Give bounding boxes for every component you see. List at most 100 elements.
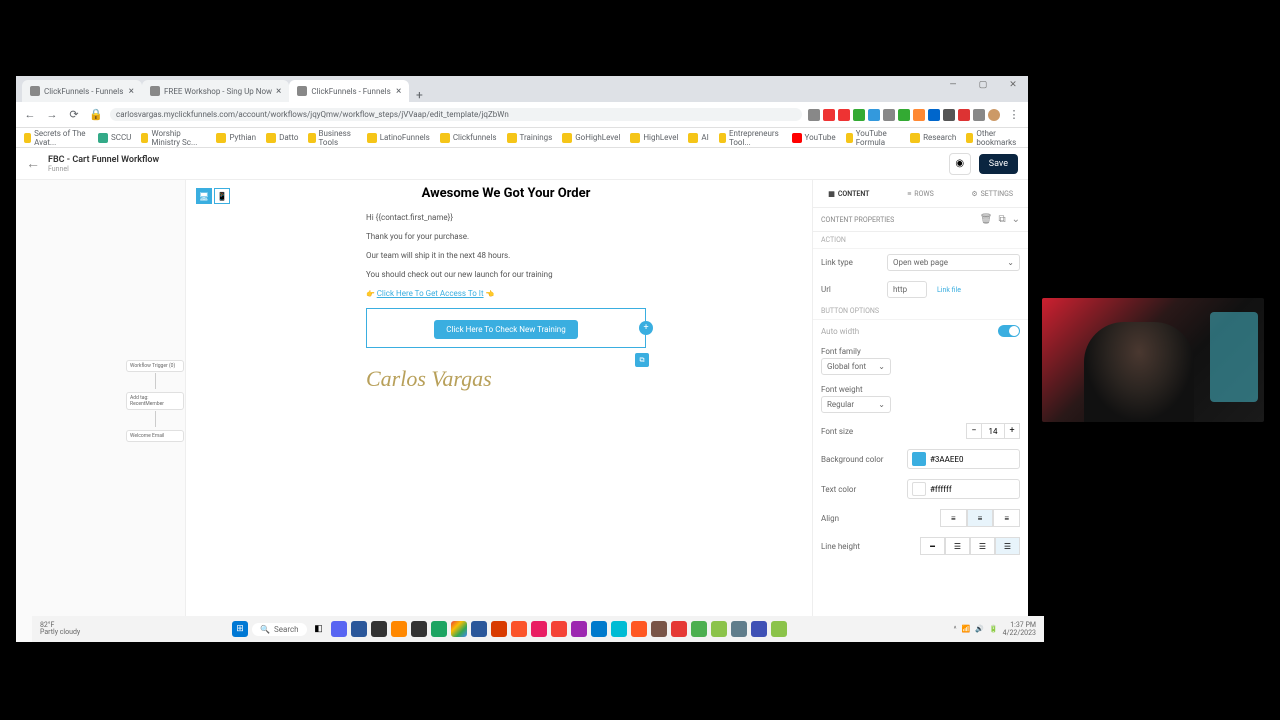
- forward-button[interactable]: →: [44, 107, 60, 123]
- ext-icon[interactable]: [958, 109, 970, 121]
- taskbar-app-icon[interactable]: [411, 621, 427, 637]
- font-family-select[interactable]: Global font⌄: [821, 358, 891, 375]
- taskbar-app-icon[interactable]: [671, 621, 687, 637]
- bookmark-item[interactable]: Clickfunnels: [440, 133, 497, 143]
- font-size-value[interactable]: 14: [982, 423, 1004, 439]
- ext-icon[interactable]: [823, 109, 835, 121]
- taskbar-app-icon[interactable]: [611, 621, 627, 637]
- ext-icon[interactable]: [868, 109, 880, 121]
- delete-icon[interactable]: 🗑: [980, 214, 993, 225]
- font-weight-select[interactable]: Regular⌄: [821, 396, 891, 413]
- tab-content[interactable]: ▦CONTENT: [813, 180, 885, 207]
- taskbar-app-icon[interactable]: [551, 621, 567, 637]
- email-greeting[interactable]: Hi {{contact.first_name}}: [366, 213, 646, 222]
- profile-avatar[interactable]: [988, 109, 1000, 121]
- ext-icon[interactable]: [973, 109, 985, 121]
- browser-tab[interactable]: ClickFunnels - Funnels×: [289, 80, 409, 102]
- taskbar-app-icon[interactable]: [531, 621, 547, 637]
- ext-icon[interactable]: [838, 109, 850, 121]
- minimize-button[interactable]: ―: [938, 76, 968, 94]
- taskbar-app-icon[interactable]: [631, 621, 647, 637]
- bookmark-item[interactable]: Trainings: [507, 133, 553, 143]
- bookmark-item[interactable]: Business Tools: [308, 129, 356, 147]
- tray-chevron-icon[interactable]: ^: [954, 625, 957, 633]
- ext-icon[interactable]: [943, 109, 955, 121]
- browser-tab[interactable]: ClickFunnels - Funnels×: [22, 80, 142, 102]
- ext-icon[interactable]: [808, 109, 820, 121]
- link-file-link[interactable]: Link file: [937, 286, 961, 294]
- start-button[interactable]: ⊞: [232, 621, 248, 637]
- maximize-button[interactable]: ▢: [968, 76, 998, 94]
- taskbar-app-icon[interactable]: [391, 621, 407, 637]
- bookmark-item[interactable]: Datto: [266, 133, 298, 143]
- workflow-step[interactable]: Welcome Email: [126, 430, 184, 442]
- task-view-button[interactable]: ◧: [311, 621, 327, 637]
- signature-image[interactable]: Carlos Vargas: [366, 366, 646, 392]
- email-title[interactable]: Awesome We Got Your Order: [366, 186, 646, 201]
- desktop-view-button[interactable]: 🖥: [196, 188, 212, 204]
- workflow-step[interactable]: Add tag: RecentMember: [126, 392, 184, 410]
- bookmark-item[interactable]: GoHighLevel: [562, 133, 620, 143]
- bookmark-item[interactable]: Worship Ministry Sc...: [141, 129, 206, 147]
- taskbar-app-icon[interactable]: [711, 621, 727, 637]
- bookmark-item[interactable]: Entrepreneurs Tool...: [719, 129, 782, 147]
- taskbar-app-icon[interactable]: [651, 621, 667, 637]
- ext-icon[interactable]: [898, 109, 910, 121]
- link-type-select[interactable]: Open web page⌄: [887, 254, 1020, 271]
- ext-icon[interactable]: [853, 109, 865, 121]
- background-color-field[interactable]: #3AAEE0: [907, 449, 1020, 469]
- other-bookmarks[interactable]: Other bookmarks: [966, 129, 1020, 147]
- email-body-line[interactable]: Our team will ship it in the next 48 hou…: [366, 251, 646, 260]
- email-body-line[interactable]: You should check out our new launch for …: [366, 270, 646, 279]
- collapse-icon[interactable]: ⌄: [1012, 214, 1020, 225]
- line-height-button[interactable]: ☰: [945, 537, 970, 555]
- auto-width-toggle[interactable]: [998, 325, 1020, 337]
- bookmark-item[interactable]: Secrets of The Avat...: [24, 129, 88, 147]
- bookmark-item[interactable]: AI: [688, 133, 708, 143]
- close-button[interactable]: ✕: [998, 76, 1028, 94]
- increase-button[interactable]: +: [1004, 423, 1020, 439]
- email-link[interactable]: Click Here To Get Access To It: [377, 289, 484, 298]
- tab-settings[interactable]: ⚙SETTINGS: [956, 180, 1028, 207]
- taskbar-app-icon[interactable]: [731, 621, 747, 637]
- clock-time[interactable]: 1:37 PM: [1003, 621, 1036, 629]
- url-field[interactable]: carlosvargas.myclickfunnels.com/account/…: [110, 108, 802, 121]
- line-height-button[interactable]: ━: [920, 537, 945, 555]
- close-tab-icon[interactable]: ×: [276, 86, 281, 97]
- taskbar-app-icon[interactable]: [331, 621, 347, 637]
- taskbar-app-icon[interactable]: [431, 621, 447, 637]
- ext-icon[interactable]: [913, 109, 925, 121]
- cta-button[interactable]: Click Here To Check New Training: [434, 320, 577, 339]
- taskbar-app-icon[interactable]: [511, 621, 527, 637]
- url-input[interactable]: http: [887, 281, 927, 298]
- decrease-button[interactable]: −: [966, 423, 982, 439]
- ext-icon[interactable]: [883, 109, 895, 121]
- menu-button[interactable]: ⋮: [1006, 107, 1022, 123]
- align-center-button[interactable]: ≡: [967, 509, 994, 527]
- button-block-selected[interactable]: Click Here To Check New Training + ⧉: [366, 308, 646, 348]
- line-height-button[interactable]: ☰: [970, 537, 995, 555]
- mobile-view-button[interactable]: 📱: [214, 188, 230, 204]
- taskbar-app-icon[interactable]: [751, 621, 767, 637]
- volume-icon[interactable]: 🔊: [975, 625, 984, 633]
- taskbar-app-icon[interactable]: [451, 621, 467, 637]
- bookmark-item[interactable]: YouTube: [792, 133, 836, 143]
- save-button[interactable]: Save: [979, 154, 1018, 174]
- ext-icon[interactable]: [928, 109, 940, 121]
- taskbar-app-icon[interactable]: [351, 621, 367, 637]
- new-tab-button[interactable]: +: [409, 88, 429, 102]
- line-height-button[interactable]: ☰: [995, 537, 1020, 555]
- taskbar-app-icon[interactable]: [571, 621, 587, 637]
- reload-button[interactable]: ⟳: [66, 107, 82, 123]
- bookmark-item[interactable]: HighLevel: [630, 133, 678, 143]
- workflow-step[interactable]: Workflow Trigger (0): [126, 360, 184, 372]
- add-block-button[interactable]: +: [639, 321, 653, 335]
- preview-button[interactable]: ◉: [949, 153, 971, 175]
- bookmark-item[interactable]: Pythian: [216, 133, 256, 143]
- taskbar-app-icon[interactable]: [371, 621, 387, 637]
- taskbar-app-icon[interactable]: [591, 621, 607, 637]
- align-right-button[interactable]: ≡: [993, 509, 1020, 527]
- bookmark-item[interactable]: YouTube Formula: [846, 129, 900, 147]
- clock-date[interactable]: 4/22/2023: [1003, 629, 1036, 637]
- wifi-icon[interactable]: 📶: [962, 625, 971, 633]
